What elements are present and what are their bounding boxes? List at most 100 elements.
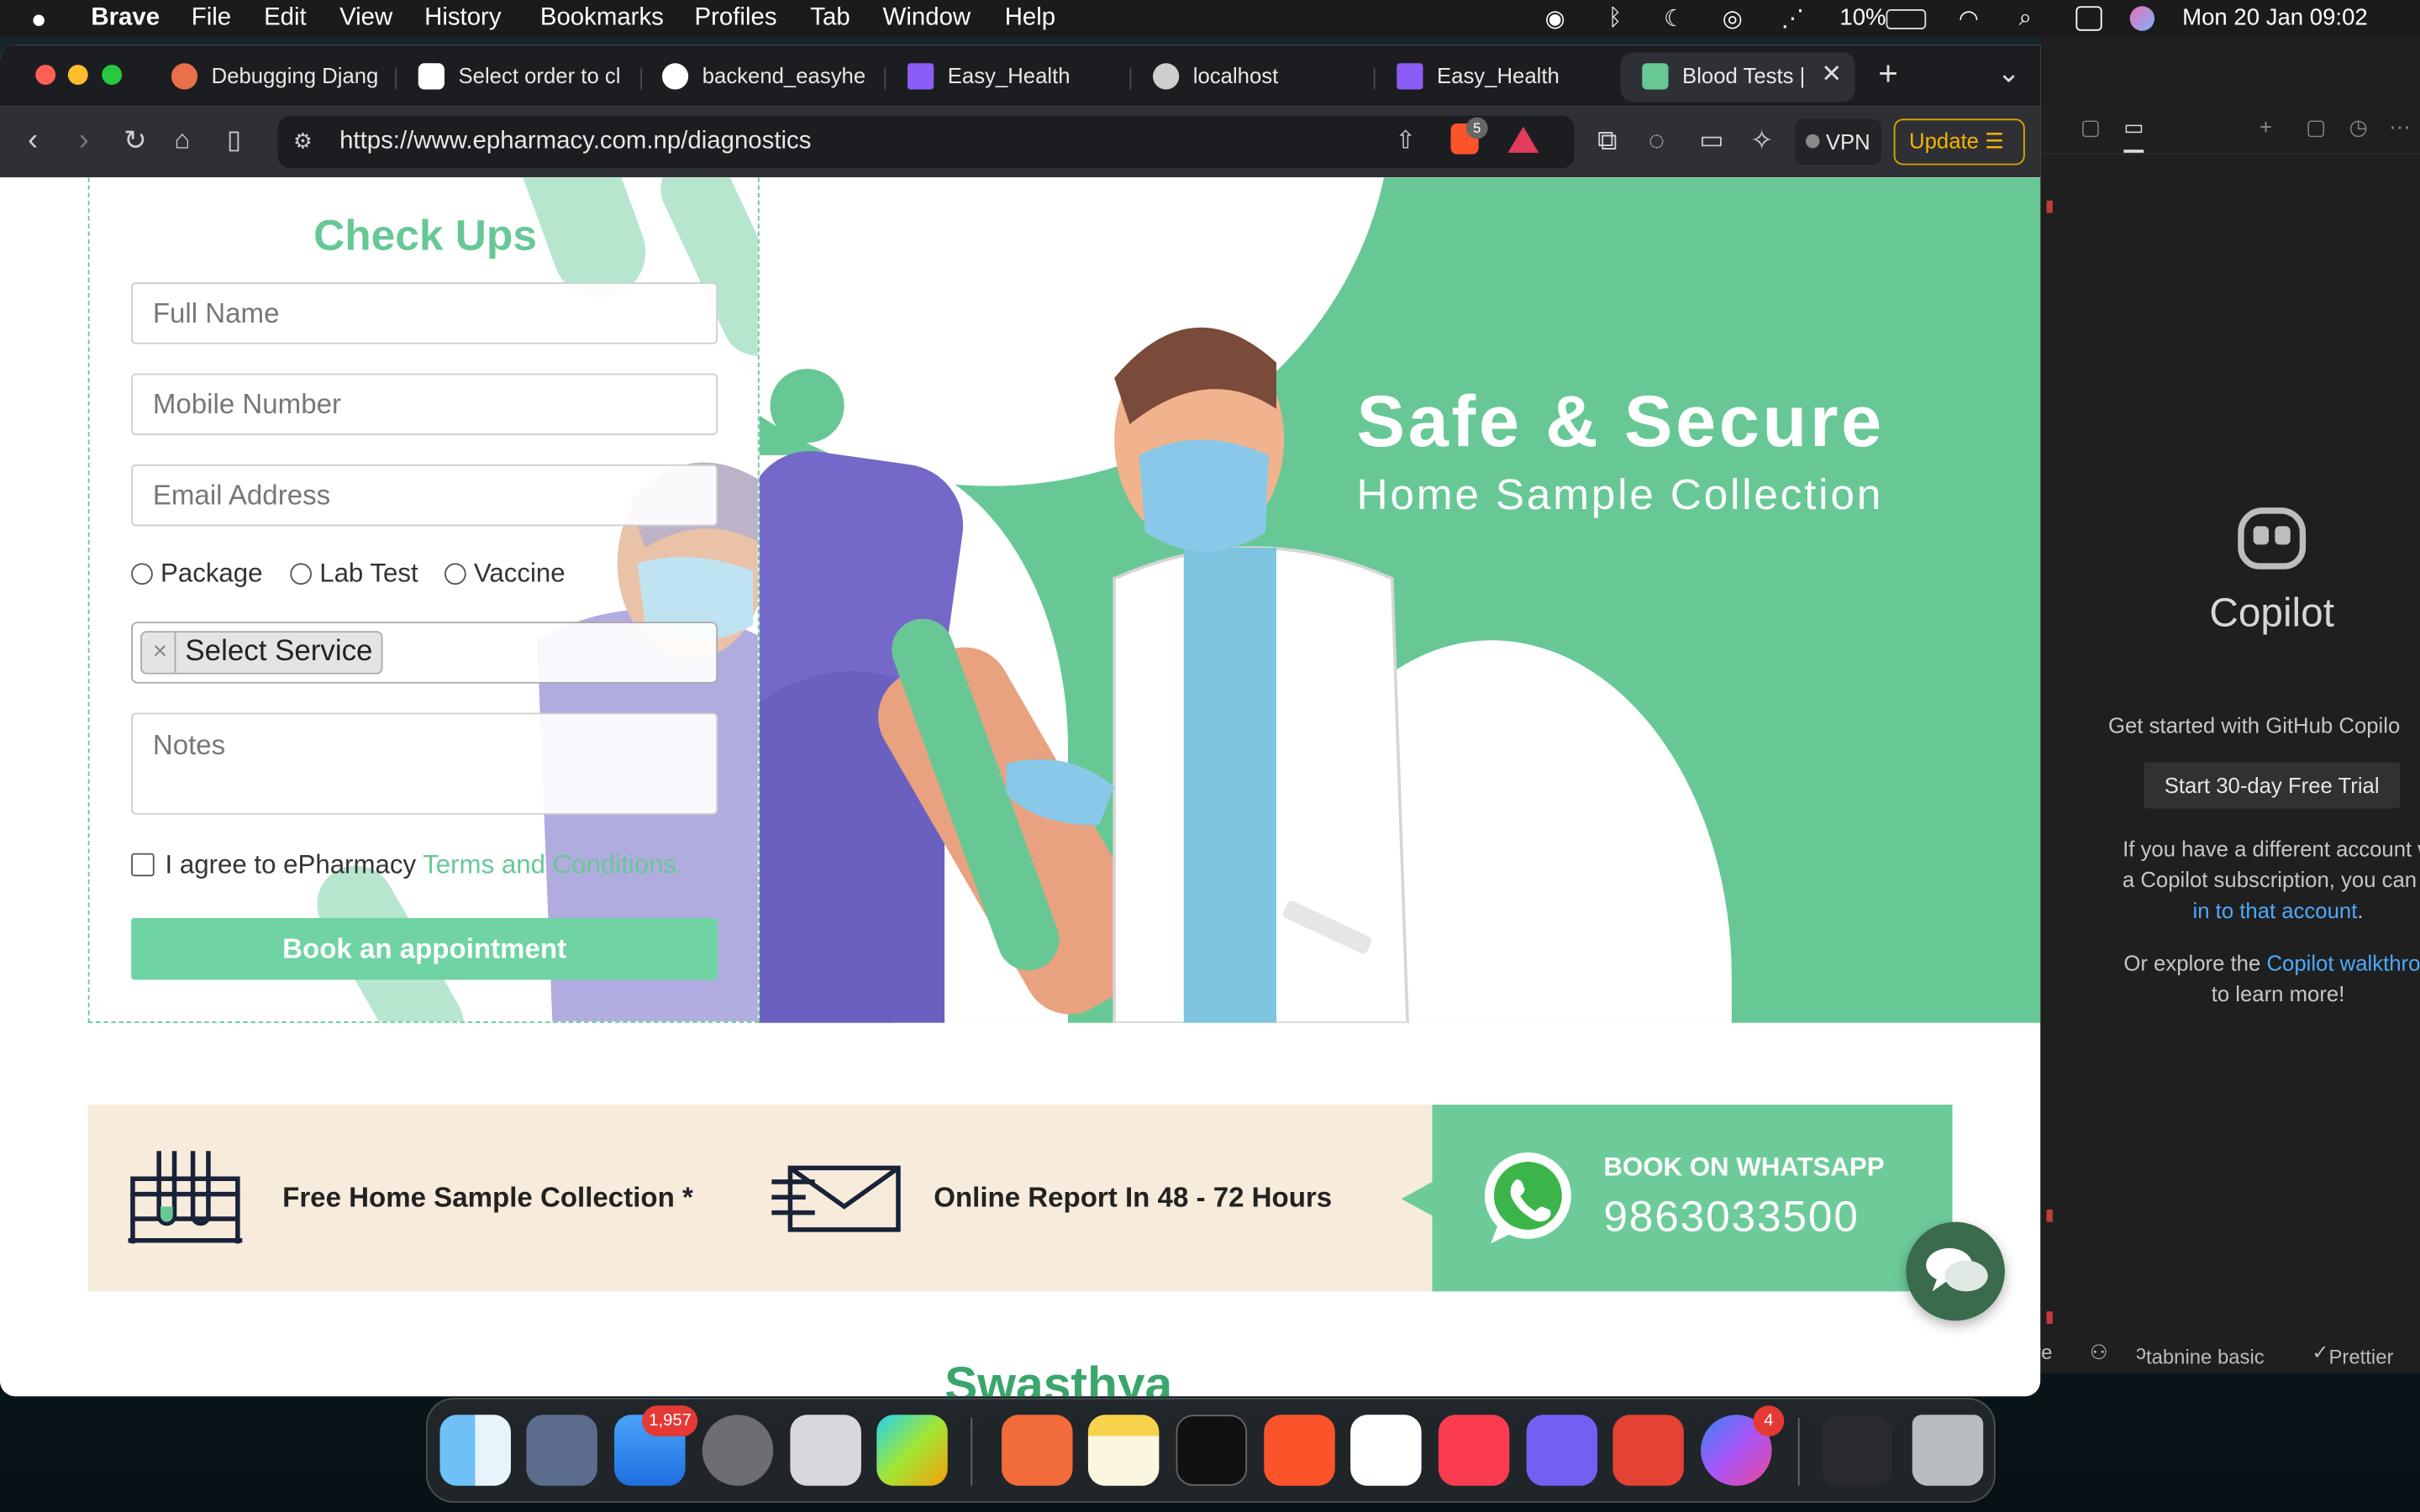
add-icon[interactable]: + — [2260, 114, 2272, 139]
tabnine-status[interactable]: ɔ tabnine basic — [2136, 1341, 2265, 1368]
tab-debugging-django[interactable]: Debugging Djang — [150, 52, 397, 102]
battery-icon[interactable] — [1886, 9, 1927, 29]
share-icon[interactable]: ⇧ — [1395, 125, 1416, 156]
terms-link[interactable]: Terms and Conditions. — [423, 850, 684, 879]
minimize-window-button[interactable] — [67, 65, 88, 86]
control-center-icon[interactable] — [2075, 6, 2102, 31]
home-button[interactable]: ⌂ — [175, 125, 191, 156]
spotlight-search-icon[interactable]: ⌕ — [2018, 5, 2031, 31]
radio-vaccine[interactable]: Vaccine — [444, 559, 566, 590]
ai-sparkle-icon[interactable]: ✧ — [1750, 125, 1774, 156]
site-settings-icon[interactable]: ⚙ — [293, 128, 313, 154]
url-text[interactable]: https://www.epharmacy.com.np/diagnostics — [339, 128, 811, 155]
tab-backend-easyhealth[interactable]: backend_easyhe — [640, 52, 884, 102]
music-icon[interactable] — [1438, 1415, 1510, 1486]
launchpad-icon[interactable] — [526, 1415, 597, 1486]
tab-easy-health-1[interactable]: Easy_Health — [886, 52, 1129, 102]
viber-icon[interactable] — [1526, 1415, 1598, 1486]
postman-icon[interactable] — [1002, 1415, 1073, 1486]
bluetooth-icon[interactable]: ᛒ — [1608, 5, 1623, 31]
extensions-icon[interactable]: ⧉ — [1597, 125, 1618, 156]
terminal-icon[interactable] — [1176, 1415, 1248, 1486]
close-tab-icon[interactable]: ✕ — [1821, 52, 1842, 98]
airdrop-icon[interactable]: ◎ — [1723, 5, 1743, 32]
mobile-number-input[interactable]: Mobile Number — [131, 373, 718, 435]
start-trial-button[interactable]: Start 30-day Free Trial — [2144, 762, 2401, 809]
tab-easy-health-2[interactable]: Easy_Health — [1376, 52, 1619, 102]
menu-history[interactable]: History — [424, 5, 501, 33]
brave-shields-icon[interactable]: 5 — [1450, 117, 1488, 155]
siri-icon[interactable] — [2129, 6, 2155, 31]
tab-select-order[interactable]: Select order to cl — [397, 52, 640, 102]
history-icon[interactable]: ◷ — [2349, 114, 2368, 140]
zoom-window-button[interactable] — [102, 65, 123, 86]
back-button[interactable]: ‹ — [28, 125, 38, 156]
whatsapp-number[interactable]: 9863033500 — [1603, 1193, 1859, 1242]
menu-view[interactable]: View — [339, 5, 392, 33]
tab-blood-tests[interactable]: Blood Tests | ✕ — [1620, 52, 1855, 102]
leo-icon[interactable]: ◌ — [1649, 125, 1665, 156]
system-settings-icon[interactable] — [702, 1415, 774, 1486]
menu-profiles[interactable]: Profiles — [695, 5, 777, 33]
menu-edit[interactable]: Edit — [264, 5, 307, 33]
vpn-button[interactable]: VPN — [1795, 118, 1881, 165]
update-button[interactable]: Update ☰ — [1893, 118, 2025, 165]
apple-icon[interactable]: ● — [31, 5, 55, 34]
menu-file[interactable]: File — [192, 5, 231, 33]
more-icon[interactable]: ⋯ — [2389, 114, 2411, 140]
agree-checkbox[interactable]: I agree to ePharmacy Terms and Condition… — [131, 850, 684, 881]
menu-help[interactable]: Help — [1005, 5, 1055, 33]
chat-widget-button[interactable] — [1906, 1221, 2005, 1321]
selected-service-chip[interactable]: × Select Service — [140, 631, 384, 675]
close-window-button[interactable] — [35, 65, 56, 86]
select-service-dropdown[interactable]: × Select Service — [131, 622, 718, 684]
tab-localhost[interactable]: localhost — [1131, 52, 1375, 102]
sign-in-link[interactable]: in to that account — [2193, 898, 2358, 922]
full-name-input[interactable]: Full Name — [131, 282, 718, 344]
whatsapp-booking[interactable]: BOOK ON WHATSAPP 9863033500 — [1401, 1105, 1953, 1292]
open-editor-icon[interactable]: ▢ — [2306, 114, 2326, 140]
iphone-mirroring-icon[interactable] — [790, 1415, 861, 1486]
prettier-status[interactable]: ✓ Prettier — [2312, 1341, 2393, 1368]
menu-bookmarks[interactable]: Bookmarks — [540, 5, 664, 33]
email-address-input[interactable]: Email Address — [131, 464, 718, 527]
clock[interactable]: Mon 20 Jan 09:02 — [2182, 5, 2368, 31]
remove-chip-icon[interactable]: × — [153, 633, 167, 673]
trash-icon[interactable] — [1912, 1415, 1984, 1486]
focus-moon-icon[interactable]: ☾ — [1664, 5, 1685, 32]
menu-window[interactable]: Window — [883, 5, 971, 33]
forward-button[interactable]: › — [79, 125, 89, 156]
walkthrough-link[interactable]: Copilot walkthrou — [2266, 950, 2420, 974]
bookmark-icon[interactable]: ▯ — [227, 125, 241, 156]
vscode-icon[interactable] — [1350, 1415, 1422, 1486]
brave-browser-window: Debugging Djang Select order to cl backe… — [0, 45, 2041, 1397]
new-tab-button[interactable]: + — [1878, 54, 1898, 94]
copilot-status-icon[interactable]: ⚇ — [2090, 1341, 2107, 1365]
new-file-icon[interactable]: ▢ — [2081, 114, 2101, 140]
radio-package[interactable]: Package — [131, 559, 263, 590]
pycharm-icon[interactable] — [876, 1415, 948, 1486]
anydesk-icon[interactable] — [1612, 1415, 1684, 1486]
chat-icon[interactable]: ▭ — [2123, 114, 2144, 153]
mail-icon[interactable]: 1,957 — [614, 1405, 698, 1486]
viber-tray-icon[interactable]: ◉ — [1545, 5, 1565, 32]
wifi-icon[interactable]: ◠ — [1959, 5, 1979, 32]
brave-icon[interactable] — [1264, 1415, 1335, 1486]
address-bar[interactable]: ⚙ https://www.epharmacy.com.np/diagnosti… — [277, 115, 1575, 169]
activity-icon[interactable]: ⋰ — [1781, 5, 1805, 32]
recent-documents-stack[interactable] — [1821, 1415, 1892, 1486]
wallet-icon[interactable]: ▭ — [1699, 125, 1724, 156]
brave-rewards-icon[interactable] — [1507, 126, 1539, 153]
notes-icon[interactable] — [1087, 1415, 1160, 1486]
finder-icon[interactable] — [439, 1415, 511, 1486]
menu-tab[interactable]: Tab — [810, 5, 850, 33]
hero-illustration — [759, 327, 1409, 1023]
radio-lab-test[interactable]: Lab Test — [290, 559, 418, 590]
app-menu[interactable]: Brave — [91, 5, 160, 33]
messenger-icon[interactable]: 4 — [1701, 1405, 1785, 1486]
tab-search-chevron-icon[interactable]: ⌄ — [1997, 57, 2021, 90]
book-appointment-button[interactable]: Book an appointment — [131, 917, 718, 980]
notes-textarea[interactable]: Notes — [131, 712, 718, 815]
hero-title: Safe & Secure — [1356, 379, 1885, 462]
reload-button[interactable]: ↻ — [124, 125, 147, 156]
